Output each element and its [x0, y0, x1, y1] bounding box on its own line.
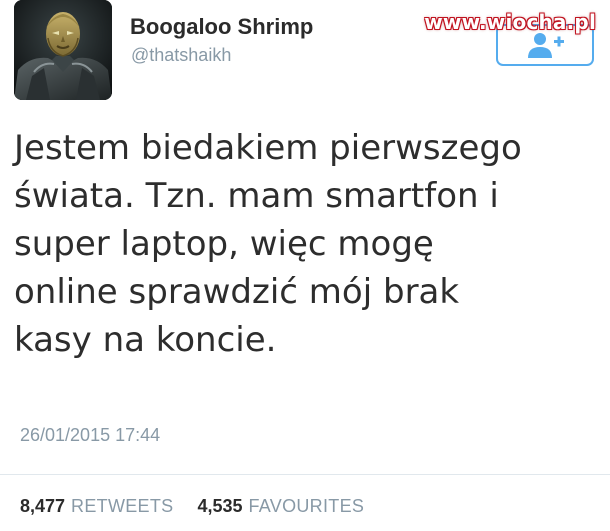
retweets-label[interactable]: RETWEETS [71, 496, 173, 517]
tweet-stats: 8,477 RETWEETS 4,535 FAVOURITES [20, 496, 364, 517]
tweet-text: Jestem biedakiem pierwszego świata. Tzn.… [14, 128, 522, 360]
follow-user-icon [528, 33, 564, 58]
avatar[interactable] [14, 0, 112, 100]
tweet-timestamp[interactable]: 26/01/2015 17:44 [20, 425, 160, 446]
retweets-count[interactable]: 8,477 [20, 496, 65, 517]
favourites-count[interactable]: 4,535 [197, 496, 242, 517]
display-name[interactable]: Boogaloo Shrimp [130, 14, 313, 40]
watermark: www.wiocha.pl [424, 10, 596, 34]
user-handle[interactable]: @thatshaikh [131, 45, 231, 66]
avatar-image [14, 0, 112, 100]
favourites-label[interactable]: FAVOURITES [249, 496, 365, 517]
divider [0, 474, 610, 475]
